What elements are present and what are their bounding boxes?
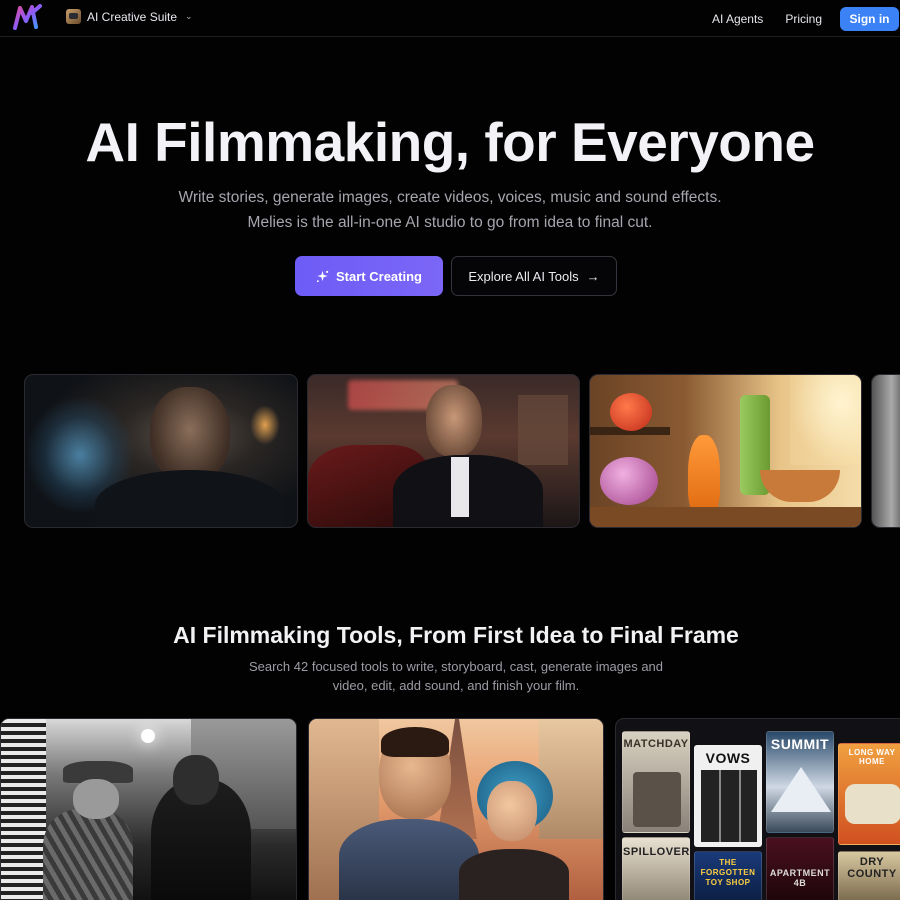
tools-section-title: AI Filmmaking Tools, From First Idea to … <box>173 622 739 648</box>
hero-subtitle-line-1: Write stories, generate images, create v… <box>178 189 722 206</box>
creative-suite-dropdown[interactable]: AI Creative Suite ⌄ <box>66 9 193 24</box>
nav-links: AI Agents Pricing Sign in <box>712 0 900 37</box>
start-creating-button[interactable]: Start Creating <box>295 256 443 296</box>
hero-subtitle-line-2: Melies is the all-in-one AI studio to go… <box>247 214 653 231</box>
building-window <box>518 395 568 465</box>
poster-title: SPILLOVER <box>623 846 690 858</box>
poster-title: LONG WAY HOME <box>848 748 896 766</box>
tomato-character <box>610 393 652 431</box>
melies-logo[interactable] <box>12 3 44 33</box>
top-navbar: AI Creative Suite ⌄ AI Agents Pricing Si… <box>0 0 900 37</box>
poster-art <box>633 772 681 827</box>
poster-title: APARTMENT 4B <box>769 868 831 888</box>
explore-tools-label: Explore All AI Tools <box>468 268 579 284</box>
poster-art <box>771 767 831 812</box>
man-coat <box>43 809 133 900</box>
poster-spillover: SPILLOVER <box>622 837 690 900</box>
bowl <box>760 470 840 502</box>
man-jacket <box>339 819 479 900</box>
chevron-down-icon: ⌄ <box>185 11 193 21</box>
poster-summit: SUMMIT <box>766 731 834 833</box>
tools-subtitle-line-2: video, edit, add sound, and finish your … <box>332 678 580 693</box>
gallery-image-noir-man[interactable] <box>24 374 298 528</box>
figure-head <box>150 387 230 482</box>
window-light <box>790 375 861 465</box>
figure-head <box>426 385 482 457</box>
gallery-image-veggies[interactable] <box>589 374 862 528</box>
tool-card-noir[interactable] <box>0 718 297 900</box>
poster-dry-county: DRY COUNTY <box>838 851 900 900</box>
gallery-image-partial[interactable] <box>871 374 900 528</box>
blinds <box>1 719 46 900</box>
clapperboard-icon <box>66 9 81 24</box>
nav-ai-agents[interactable]: AI Agents <box>712 12 763 26</box>
tools-section-subtitle: Search 42 focused tools to write, storyb… <box>0 657 900 695</box>
tools-subtitle-line-1: Search 42 focused tools to write, storyb… <box>248 659 664 674</box>
poster-vows: VOWS <box>694 745 762 847</box>
table <box>590 507 861 527</box>
sparkles-icon <box>316 270 329 282</box>
carrot-character <box>688 435 720 515</box>
poster-art <box>701 770 757 842</box>
creative-suite-label: AI Creative Suite <box>87 9 178 24</box>
figure-suit <box>95 470 285 527</box>
woman-face <box>487 781 537 841</box>
hero-title: AI Filmmaking, for Everyone <box>85 111 815 173</box>
window-light <box>250 405 280 445</box>
poster-title: VOWS <box>705 750 751 766</box>
arrow-right-icon: → <box>586 268 600 284</box>
second-face <box>173 755 219 805</box>
poster-art <box>845 784 900 824</box>
start-creating-label: Start Creating <box>336 268 422 284</box>
nav-pricing[interactable]: Pricing <box>785 12 822 26</box>
street-lamp <box>141 729 155 743</box>
poster-title: MATCHDAY <box>623 738 689 750</box>
man-hair <box>381 727 449 757</box>
tool-card-posters[interactable]: MATCHDAY VOWS SUMMIT LONG WAY HOME SPILL… <box>615 718 900 900</box>
poster-title: THE FORGOTTEN TOY SHOP <box>700 858 756 887</box>
onion-character <box>600 457 658 505</box>
poster-forgotten-toy-shop: THE FORGOTTEN TOY SHOP <box>694 851 762 900</box>
poster-apartment-4b: APARTMENT 4B <box>766 837 834 900</box>
sign-in-button[interactable]: Sign in <box>840 6 899 31</box>
gallery-image-man-smoking[interactable] <box>307 374 580 528</box>
tool-card-animated[interactable] <box>308 718 604 900</box>
poster-title: SUMMIT <box>770 736 830 752</box>
hero-subtitle: Write stories, generate images, create v… <box>0 185 900 235</box>
shirt <box>451 457 469 517</box>
poster-long-way-home: LONG WAY HOME <box>838 743 900 845</box>
man-face <box>73 779 119 819</box>
explore-tools-button[interactable]: Explore All AI Tools → <box>451 256 617 296</box>
woman-jacket <box>459 849 569 900</box>
poster-matchday: MATCHDAY <box>622 731 690 833</box>
poster-title: DRY COUNTY <box>847 856 897 880</box>
